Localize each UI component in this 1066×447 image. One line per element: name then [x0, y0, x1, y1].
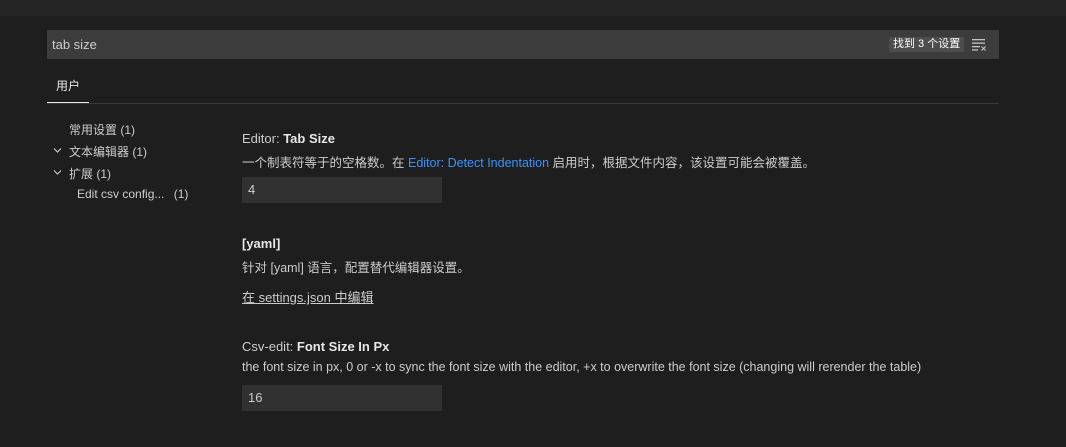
toc-item-extensions[interactable]: 扩展 (1) [69, 165, 111, 182]
setting-name: Font Size In Px [296, 339, 390, 354]
search-input[interactable] [47, 30, 867, 59]
detect-indentation-link[interactable]: Editor: Detect Indentation [408, 156, 549, 170]
toc-item-label: 文本编辑器 [69, 145, 130, 159]
toc-item-label: Edit csv config... [77, 187, 165, 201]
search-result-count: 找到 3 个设置 [889, 37, 965, 52]
setting-description-yaml: 针对 [yaml] 语言，配置替代编辑器设置。 [242, 261, 470, 275]
tab-size-input[interactable]: 4 [242, 177, 442, 203]
title-strip [0, 0, 1066, 16]
description-text: 一个制表符等于的空格数。在 [242, 156, 405, 170]
setting-title-csv-font-size: Csv-edit: Font Size In Px [242, 339, 389, 354]
setting-description-csv-font-size: the font size in px, 0 or -x to sync the… [242, 360, 922, 374]
edit-in-settings-json-link[interactable]: 在 settings.json 中编辑 [242, 287, 374, 306]
toc-item-common[interactable]: 常用设置 (1) [69, 121, 135, 138]
settings-search-box[interactable]: 找到 3 个设置 [47, 30, 999, 59]
toc-item-count: (1) [173, 187, 189, 201]
setting-category: Editor: [242, 131, 280, 146]
chevron-down-icon[interactable] [53, 146, 62, 155]
toc-item-count: (1) [132, 145, 148, 159]
csv-font-size-input[interactable]: 16 [242, 385, 442, 411]
toc-item-count: (1) [120, 123, 136, 137]
setting-name: Tab Size [283, 131, 335, 146]
chevron-down-icon[interactable] [53, 168, 62, 177]
toc-item-label: 扩展 [69, 167, 94, 181]
setting-name: [yaml] [242, 236, 281, 251]
setting-description-tab-size: 一个制表符等于的空格数。在 Editor: Detect Indentation… [242, 152, 815, 171]
toc-item-count: (1) [96, 167, 112, 181]
tab-user[interactable]: 用户 [47, 72, 89, 103]
toc-item-edit-csv-config[interactable]: Edit csv config... (1) [77, 187, 188, 201]
toc-item-label: 常用设置 [69, 123, 118, 137]
toc-item-text-editor[interactable]: 文本编辑器 (1) [69, 143, 147, 160]
description-text: 启用时，根据文件内容，该设置可能会被覆盖。 [552, 156, 816, 170]
setting-title-yaml: [yaml] [242, 236, 280, 251]
setting-title-tab-size: Editor: Tab Size [242, 131, 335, 146]
filter-icon[interactable] [971, 38, 987, 51]
setting-category: Csv-edit: [242, 339, 294, 354]
settings-scope-tabs: 用户 [47, 72, 999, 104]
